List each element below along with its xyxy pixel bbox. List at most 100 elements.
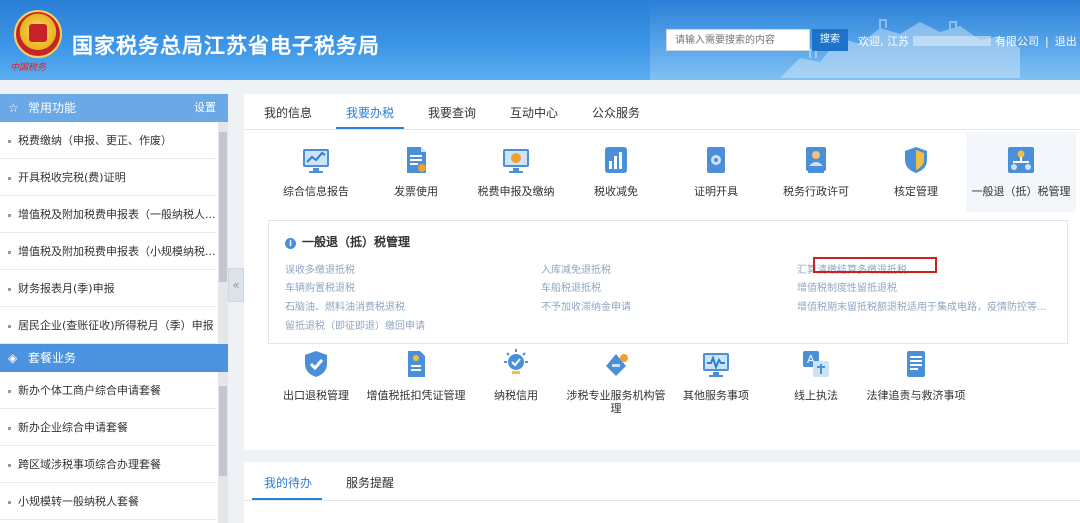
search-input[interactable] bbox=[666, 29, 810, 51]
func-verification[interactable]: 核定管理 bbox=[866, 144, 966, 198]
main-panel: 我的信息 我要办税 我要查询 互动中心 公众服务 综合信息报告 发票使用 税费申… bbox=[244, 94, 1080, 450]
func-legal-remedies[interactable]: 法律追责与救济事项 bbox=[866, 348, 966, 402]
bullet-icon bbox=[8, 500, 11, 504]
link-retained-refund-return[interactable]: 留抵退税（即征即退）缴回申请 bbox=[285, 317, 425, 332]
package-list-scrollbar[interactable] bbox=[218, 372, 228, 523]
tab-public-service[interactable]: 公众服务 bbox=[592, 104, 640, 121]
tab-service-reminder[interactable]: 服务提醒 bbox=[346, 474, 394, 491]
scrollbar-thumb[interactable] bbox=[219, 386, 227, 476]
sidebar-item[interactable]: 新办企业综合申请套餐 bbox=[0, 409, 216, 446]
logout-link[interactable]: 退出 bbox=[1055, 35, 1077, 48]
func-online-enforcement[interactable]: A 线上执法 bbox=[766, 348, 866, 402]
link-overpaid-refund[interactable]: 误收多缴退抵税 bbox=[285, 261, 355, 276]
monitor-wave-icon bbox=[703, 353, 729, 377]
package-title: 套餐业务 bbox=[28, 351, 77, 365]
sidebar-item[interactable]: 增值税及附加税费申报表（一般纳税人... bbox=[0, 196, 216, 233]
link-late-fee-waiver[interactable]: 不予加收滞纳金申请 bbox=[541, 298, 631, 313]
tab-do-tax[interactable]: 我要办税 bbox=[346, 104, 394, 121]
search-button[interactable]: 搜索 bbox=[812, 29, 848, 51]
func-label: 发票使用 bbox=[394, 185, 438, 198]
subpanel-title: i 一般退（抵）税管理 bbox=[285, 233, 410, 250]
settings-link[interactable]: 设置 bbox=[194, 94, 216, 122]
sidebar-item-label: 增值税及附加税费申报表（一般纳税人... bbox=[18, 208, 216, 221]
sidebar-item[interactable]: 跨区域涉税事项综合办理套餐 bbox=[0, 446, 216, 483]
bullet-icon bbox=[8, 389, 11, 393]
site-header: 中国税务 国家税务总局江苏省电子税务局 搜索 欢迎, 江苏 有限公司 | 退出 bbox=[0, 0, 1080, 80]
active-todo-tab-indicator bbox=[252, 498, 322, 500]
func-service-agency[interactable]: 涉税专业服务机构管理 bbox=[566, 348, 666, 415]
certificate-icon bbox=[707, 147, 725, 173]
func-certificate[interactable]: 证明开具 bbox=[666, 144, 766, 198]
invoice-doc-icon bbox=[407, 147, 426, 173]
link-vat-retained-refund[interactable]: 增值税制度性留抵退税 bbox=[797, 279, 897, 294]
tab-my-info[interactable]: 我的信息 bbox=[264, 104, 312, 121]
link-exemption-refund[interactable]: 入库减免退抵税 bbox=[541, 261, 611, 276]
export-shield-icon bbox=[305, 351, 327, 377]
company-suffix: 有限公司 bbox=[995, 35, 1039, 48]
tab-query[interactable]: 我要查询 bbox=[428, 104, 476, 121]
bullet-icon bbox=[8, 324, 11, 328]
voucher-icon bbox=[408, 351, 425, 377]
func-label: 税收减免 bbox=[594, 185, 638, 198]
func-label: 纳税信用 bbox=[494, 389, 538, 402]
common-list-scrollbar[interactable] bbox=[218, 122, 228, 344]
bullet-icon bbox=[8, 213, 11, 217]
func-label: 线上执法 bbox=[794, 389, 838, 402]
sidebar-item[interactable]: 财务报表月(季)申报 bbox=[0, 270, 216, 307]
sidebar-item[interactable]: 开具税收完税(费)证明 bbox=[0, 159, 216, 196]
main-tabs: 我的信息 我要办税 我要查询 互动中心 公众服务 bbox=[244, 94, 1080, 130]
func-admin-license[interactable]: 税务行政许可 bbox=[766, 144, 866, 198]
package-list: 新办个体工商户综合申请套餐 新办企业综合申请套餐 跨区域涉税事项综合办理套餐 小… bbox=[0, 372, 228, 523]
link-vat-period-end-refund[interactable]: 增值税期末留抵税额退税适用于集成电路，疫情防控等... bbox=[797, 298, 1047, 313]
legal-doc-icon bbox=[907, 351, 925, 377]
service-agency-icon bbox=[606, 354, 628, 376]
scrollbar-thumb[interactable] bbox=[219, 132, 227, 282]
link-fuel-tax-refund[interactable]: 石脑油、燃料油消费税退税 bbox=[285, 298, 405, 313]
bullet-icon bbox=[8, 250, 11, 254]
func-tax-credit[interactable]: 纳税信用 bbox=[466, 348, 566, 402]
emblem-caption: 中国税务 bbox=[10, 63, 47, 73]
sidebar-item[interactable]: 新办个体工商户综合申请套餐 bbox=[0, 372, 216, 409]
tab-divider bbox=[244, 500, 1080, 501]
sidebar-item-label: 新办个体工商户综合申请套餐 bbox=[18, 384, 161, 397]
translate-icon: A bbox=[803, 351, 829, 377]
sidebar-item[interactable]: 增值税及附加税费申报表（小规模纳税... bbox=[0, 233, 216, 270]
header-separator: | bbox=[1045, 35, 1049, 48]
tab-interaction[interactable]: 互动中心 bbox=[510, 104, 558, 121]
func-comprehensive-info[interactable]: 综合信息报告 bbox=[266, 144, 366, 198]
common-functions-list: 税费缴纳（申报、更正、作废） 开具税收完税(费)证明 增值税及附加税费申报表（一… bbox=[0, 122, 228, 344]
bullet-icon bbox=[8, 176, 11, 180]
func-label: 出口退税管理 bbox=[283, 389, 349, 402]
redacted-company-name bbox=[913, 36, 991, 46]
bullet-icon bbox=[8, 426, 11, 430]
link-vehicle-purchase-refund[interactable]: 车辆购置税退税 bbox=[285, 279, 355, 294]
func-other-services[interactable]: 其他服务事项 bbox=[666, 348, 766, 402]
monitor-coin-icon bbox=[503, 149, 529, 173]
bar-chart-icon bbox=[605, 147, 627, 173]
func-tax-declaration[interactable]: 税费申报及缴纳 bbox=[466, 144, 566, 198]
bullet-icon bbox=[8, 139, 11, 143]
func-label: 核定管理 bbox=[894, 185, 938, 198]
sidebar-item-label: 跨区域涉税事项综合办理套餐 bbox=[18, 458, 161, 471]
bullet-icon bbox=[8, 287, 11, 291]
sidebar-item[interactable]: 居民企业(查账征收)所得税月（季）申报 bbox=[0, 307, 216, 344]
sidebar-collapse-button[interactable]: « bbox=[228, 268, 244, 302]
func-tax-refund-management[interactable]: 一般退（抵）税管理 bbox=[966, 144, 1076, 198]
tax-refund-subpanel: i 一般退（抵）税管理 误收多缴退抵税 入库减免退抵税 汇算清缴结算多缴退抵税 车… bbox=[268, 220, 1068, 344]
func-tax-relief[interactable]: 税收减免 bbox=[566, 144, 666, 198]
sidebar-item-label: 小规模转一般纳税人套餐 bbox=[18, 495, 139, 508]
org-chart-icon bbox=[1008, 147, 1034, 173]
common-functions-title: 常用功能 bbox=[28, 101, 77, 115]
func-vat-voucher[interactable]: 增值税抵扣凭证管理 bbox=[366, 348, 466, 402]
person-card-icon bbox=[806, 147, 826, 173]
link-vehicle-vessel-refund[interactable]: 车船税退抵税 bbox=[541, 279, 601, 294]
sidebar-item[interactable]: 税费缴纳（申报、更正、作废） bbox=[0, 122, 216, 159]
package-header: ◈ 套餐业务 bbox=[0, 344, 228, 372]
info-icon: i bbox=[285, 238, 296, 249]
func-label: 税费申报及缴纳 bbox=[477, 185, 555, 198]
func-invoice-use[interactable]: 发票使用 bbox=[366, 144, 466, 198]
tab-my-todo[interactable]: 我的待办 bbox=[264, 474, 312, 491]
sidebar-item[interactable]: 小规模转一般纳税人套餐 bbox=[0, 483, 216, 520]
func-export-refund[interactable]: 出口退税管理 bbox=[266, 348, 366, 402]
sidebar-item-label: 税费缴纳（申报、更正、作废） bbox=[18, 134, 172, 147]
